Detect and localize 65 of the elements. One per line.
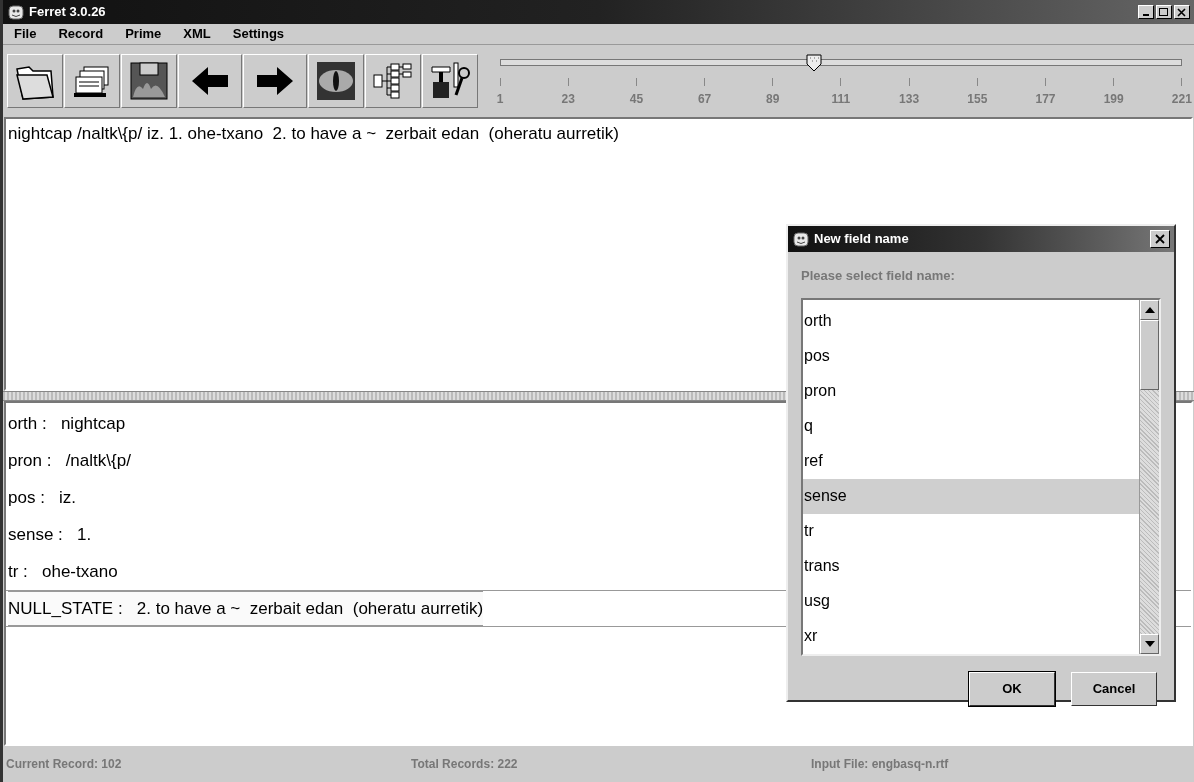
close-button[interactable] — [1150, 230, 1170, 248]
toolbar-button[interactable] — [243, 54, 307, 108]
toolbar-button[interactable] — [308, 54, 364, 108]
app-icon — [792, 230, 810, 248]
close-icon — [1155, 234, 1165, 244]
maximize-button[interactable] — [1156, 5, 1172, 19]
list-item[interactable]: q — [803, 408, 1139, 444]
status-text: Input File: engbasq-n.rtf — [811, 756, 949, 773]
list-item[interactable]: pron — [803, 373, 1139, 409]
scroll-up-icon — [1144, 306, 1155, 313]
tick-label: 221 — [1171, 90, 1192, 108]
field-entry[interactable]: tr : ohe-txano — [8, 554, 118, 589]
scrollbar[interactable] — [1139, 299, 1159, 654]
app-icon — [7, 3, 25, 21]
list-item[interactable]: trans — [803, 548, 1139, 584]
toolbar-button[interactable] — [64, 54, 120, 108]
list-item[interactable]: orth — [803, 303, 1139, 339]
toolbar-button[interactable] — [422, 54, 478, 108]
menu-item[interactable]: File — [3, 24, 48, 44]
tick-label: 155 — [967, 90, 988, 108]
tick-label: 177 — [1035, 90, 1056, 108]
scroll-down-icon — [1144, 640, 1155, 647]
tick-label: 89 — [766, 90, 780, 108]
dialog-button[interactable]: Cancel — [1071, 671, 1157, 706]
list-item[interactable]: xr — [803, 618, 1139, 654]
list-item[interactable]: sense — [803, 478, 1139, 514]
tick-label: 23 — [561, 90, 575, 108]
field-entry[interactable]: pos : iz. — [8, 480, 77, 515]
status-text: Current Record: 102 — [5, 756, 123, 773]
toolbar-button[interactable] — [7, 54, 63, 108]
maximize-icon — [1159, 7, 1169, 17]
field-entry[interactable]: pron : /naltk\{p/ — [8, 443, 131, 478]
list-item[interactable]: tr — [803, 513, 1139, 549]
tick-label: 1 — [496, 90, 504, 108]
menu-item[interactable]: Record — [47, 24, 115, 44]
eye-icon — [314, 59, 358, 103]
tick-label: 67 — [697, 90, 712, 108]
toolbar-button[interactable] — [121, 54, 177, 108]
list-item[interactable]: ref — [803, 443, 1139, 479]
tick-label: 133 — [899, 90, 920, 108]
list-item[interactable]: usg — [803, 583, 1139, 619]
field-entry[interactable]: orth : nightcap — [8, 406, 126, 441]
toolbar-button[interactable] — [178, 54, 242, 108]
menu-item[interactable]: Prime — [114, 24, 173, 44]
close-button[interactable] — [1174, 5, 1190, 19]
menu-item[interactable]: XML — [172, 24, 222, 44]
dialog-prompt: Please select field name: — [801, 267, 956, 285]
menu-item[interactable]: Settings — [221, 24, 296, 44]
list-item[interactable]: pos — [803, 338, 1139, 374]
entry-text: nightcap /naltk\{p/ iz. 1. ohe-txano 2. to have a ~ zerbait edan (oheratu aurretik) — [8, 124, 619, 143]
dialog-button[interactable]: OK — [969, 671, 1055, 706]
scrollbar-thumb[interactable] — [1140, 319, 1159, 390]
field-entry[interactable]: sense : 1. — [8, 517, 92, 552]
tick-label: 199 — [1103, 90, 1124, 108]
minimize-button[interactable] — [1138, 5, 1154, 19]
status-text: Total Records: 222 — [411, 756, 519, 773]
close-icon — [1177, 7, 1187, 17]
tick-label: 45 — [629, 90, 644, 108]
dialog-title: New field name — [814, 230, 909, 249]
slider-thumb[interactable] — [805, 53, 822, 72]
field-entry[interactable]: NULL_STATE : 2. to have a ~ zerbait edan (oheratu aurretik) — [8, 591, 484, 626]
toolbar-button[interactable] — [365, 54, 421, 108]
window-title: Ferret 3.0.26 — [29, 3, 106, 22]
minimize-icon — [1143, 14, 1149, 16]
tick-label: 111 — [831, 90, 851, 108]
